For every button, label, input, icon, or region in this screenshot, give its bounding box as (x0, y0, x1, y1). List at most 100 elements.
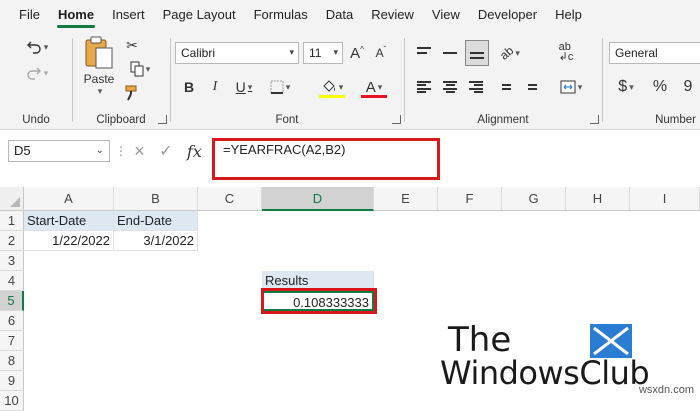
font-name-combo[interactable]: Calibri ▾ (175, 42, 299, 64)
tab-file[interactable]: File (10, 0, 49, 30)
font-dialog-launcher[interactable] (392, 115, 401, 124)
font-name-value: Calibri (181, 46, 216, 60)
undo-button[interactable]: ▾ (20, 36, 54, 58)
increase-indent-button[interactable] (519, 76, 541, 98)
column-header-f[interactable]: F (438, 187, 502, 211)
tab-home[interactable]: Home (49, 0, 103, 30)
borders-button[interactable]: ▾ (265, 76, 295, 98)
middle-align-button[interactable] (439, 42, 461, 64)
clipboard-dialog-launcher[interactable] (158, 115, 167, 124)
redo-button[interactable]: ▾ (20, 62, 54, 84)
tab-review[interactable]: Review (362, 0, 423, 30)
cancel-icon[interactable]: × (134, 141, 145, 162)
orientation-icon: ab (497, 43, 517, 63)
cell-d5[interactable]: 0.108333333 (262, 291, 374, 311)
grow-font-button[interactable]: A ^ (347, 42, 367, 64)
decrease-indent-button[interactable] (493, 76, 515, 98)
column-header-a[interactable]: A (24, 187, 114, 211)
column-header-i[interactable]: I (630, 187, 700, 211)
insert-function-icon[interactable]: fx (187, 142, 202, 161)
row-header-3[interactable]: 3 (0, 251, 24, 271)
wrap-text-button[interactable]: ab ↲c (555, 40, 577, 64)
column-header-b[interactable]: B (114, 187, 198, 211)
row-header-2[interactable]: 2 (0, 231, 24, 251)
row-header-5[interactable]: 5 (0, 291, 24, 311)
font-size-value: 11 (309, 46, 322, 60)
formula-bar-buttons: × ✓ fx (127, 138, 209, 164)
underline-button[interactable]: U ▾ (229, 76, 259, 98)
paint-bucket-icon (323, 80, 335, 92)
tab-page-layout[interactable]: Page Layout (154, 0, 245, 30)
row-header-8[interactable]: 8 (0, 351, 24, 371)
bottom-align-icon (470, 47, 484, 59)
column-header-c[interactable]: C (198, 187, 262, 211)
redo-icon (27, 67, 41, 80)
dollar-icon: $ (618, 78, 628, 95)
chevron-down-icon: ▾ (289, 47, 294, 57)
merge-center-button[interactable]: ▾ (553, 76, 589, 98)
percent-button[interactable]: % (649, 76, 671, 98)
align-right-button[interactable] (465, 76, 487, 98)
bottom-align-button[interactable] (465, 40, 489, 66)
column-header-h[interactable]: H (566, 187, 630, 211)
column-header-g[interactable]: G (502, 187, 566, 211)
cut-button[interactable]: ✂ (123, 36, 141, 54)
italic-button[interactable]: I (205, 76, 225, 98)
tab-view[interactable]: View (423, 0, 469, 30)
row-header-6[interactable]: 6 (0, 311, 24, 331)
align-center-icon (443, 81, 457, 93)
bold-label: B (183, 79, 195, 95)
font-size-combo[interactable]: 11 ▾ (303, 42, 343, 64)
merge-center-icon (560, 80, 576, 94)
row-header-4[interactable]: 4 (0, 271, 24, 291)
align-left-button[interactable] (413, 76, 435, 98)
column-header-d[interactable]: D (262, 187, 374, 211)
tab-developer[interactable]: Developer (469, 0, 546, 30)
cell-a1[interactable]: Start-Date (24, 211, 114, 231)
decrease-indent-icon (497, 81, 511, 93)
formula-bar: D5 ⌄ ⋮ × ✓ fx =YEARFRAC(A2,B2) (0, 130, 700, 182)
font-color-button[interactable]: A ▾ (359, 76, 389, 98)
paste-button[interactable]: Paste ▾ (79, 36, 119, 104)
formula-bar-grip-icon[interactable]: ⋮ (115, 144, 127, 158)
format-painter-button[interactable] (123, 84, 141, 102)
row-header-10[interactable]: 10 (0, 391, 24, 411)
copy-button[interactable]: ▾ (123, 60, 157, 78)
align-left-icon (417, 81, 431, 93)
name-box[interactable]: D5 ⌄ (8, 140, 110, 162)
paintbrush-icon (125, 85, 137, 101)
shrink-font-button[interactable]: Aˇ (371, 42, 391, 64)
orientation-button[interactable]: ab ▾ (493, 42, 527, 64)
percent-icon: % (652, 78, 668, 95)
formula-text: =YEARFRAC(A2,B2) (223, 142, 346, 157)
alignment-group: ab ▾ ab ↲c ▾ Alignment (405, 32, 601, 128)
tab-formulas[interactable]: Formulas (245, 0, 317, 30)
comma-style-button[interactable]: 9 (677, 76, 699, 98)
cell-a2[interactable]: 1/22/2022 (24, 231, 114, 251)
cell-d4[interactable]: Results (262, 271, 374, 291)
number-format-combo[interactable]: General (609, 42, 700, 64)
alignment-dialog-launcher[interactable] (590, 115, 599, 124)
font-group: Calibri ▾ 11 ▾ A ^ Aˇ B I U ▾ ▾ ▾ A ▾ Fo… (171, 32, 403, 128)
enter-icon[interactable]: ✓ (159, 141, 172, 161)
chevron-down-icon: ▾ (338, 81, 344, 92)
row-header-7[interactable]: 7 (0, 331, 24, 351)
cell-b1[interactable]: End-Date (114, 211, 198, 231)
cell-b2[interactable]: 3/1/2022 (114, 231, 198, 251)
tab-help[interactable]: Help (546, 0, 591, 30)
bold-button[interactable]: B (179, 76, 199, 98)
tab-insert[interactable]: Insert (103, 0, 154, 30)
paste-label: Paste (83, 72, 115, 86)
top-align-button[interactable] (413, 42, 435, 64)
formula-input[interactable]: =YEARFRAC(A2,B2) (212, 138, 700, 178)
column-header-e[interactable]: E (374, 187, 438, 211)
fill-color-button[interactable]: ▾ (317, 76, 347, 98)
align-center-button[interactable] (439, 76, 461, 98)
currency-button[interactable]: $ ▾ (611, 76, 641, 98)
wrap-text-icon: ab ↲c (558, 41, 574, 63)
row-header-9[interactable]: 9 (0, 371, 24, 391)
tab-data[interactable]: Data (317, 0, 362, 30)
select-all-button[interactable] (0, 187, 24, 211)
clipboard-group: Paste ▾ ✂ ▾ Clipboard (73, 32, 169, 128)
row-header-1[interactable]: 1 (0, 211, 24, 231)
